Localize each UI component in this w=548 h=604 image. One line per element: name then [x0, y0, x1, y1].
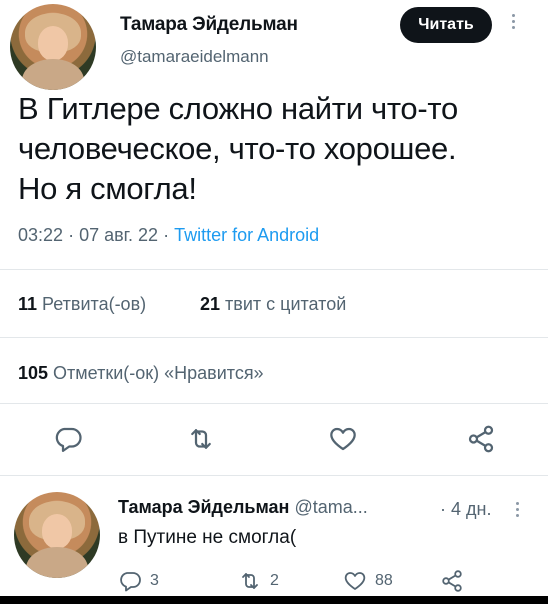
- tweet-text-line: В Гитлере сложно найти что-то: [18, 91, 458, 126]
- divider: [0, 337, 548, 338]
- reply-age[interactable]: · 4 дн.: [440, 499, 491, 520]
- tweet-meta: 03:22 · 07 авг. 22 · Twitter for Android: [18, 225, 319, 246]
- reply-author-name[interactable]: Тамара Эйдельман: [118, 497, 289, 517]
- reply-author[interactable]: Тамара Эйдельман @tama...: [118, 497, 368, 518]
- retweet-icon: [242, 573, 258, 589]
- reply-retweet-button[interactable]: 2: [238, 569, 279, 593]
- follow-button[interactable]: Читать: [400, 7, 492, 43]
- divider: [0, 269, 548, 270]
- author-avatar[interactable]: [10, 4, 96, 90]
- divider: [0, 403, 548, 404]
- meta-separator: ·: [68, 225, 75, 245]
- author-handle[interactable]: @tamaraeidelmann: [120, 47, 269, 67]
- tweet-time[interactable]: 03:22: [18, 225, 63, 245]
- share-icon: [442, 570, 462, 592]
- reply-like-count: 88: [375, 572, 393, 589]
- meta-separator: ·: [163, 225, 170, 245]
- reply-share-button[interactable]: [440, 569, 464, 593]
- reply-author-avatar[interactable]: [14, 492, 100, 578]
- tweet-text: В Гитлере сложно найти что-то человеческ…: [18, 89, 538, 209]
- quotes-stat[interactable]: 21 твит с цитатой: [200, 294, 346, 315]
- tweet-text-line: Но я смогла!: [18, 171, 197, 206]
- reply-reply-count: 3: [150, 572, 159, 589]
- reply-icon: [120, 572, 141, 592]
- like-icon: [344, 572, 366, 590]
- tweet-date[interactable]: 07 авг. 22: [79, 225, 158, 245]
- reply-text: в Путине не смогла(: [118, 527, 297, 548]
- reply-icon[interactable]: [53, 424, 83, 454]
- likes-count: 105: [18, 363, 49, 383]
- share-icon[interactable]: [466, 424, 496, 454]
- retweets-label: Ретвита(-ов): [42, 294, 147, 314]
- divider: [0, 475, 548, 476]
- more-options-icon[interactable]: [512, 14, 515, 29]
- reply-reply-button[interactable]: 3: [118, 569, 159, 593]
- like-icon[interactable]: [328, 424, 358, 454]
- retweet-icon[interactable]: [186, 424, 216, 454]
- likes-label: Отметки(-ок) «Нравится»: [53, 363, 264, 383]
- reply-retweet-count: 2: [270, 572, 279, 589]
- bottom-edge-bar: [0, 596, 548, 604]
- reply-more-options-icon[interactable]: [516, 502, 519, 517]
- quotes-count: 21: [200, 294, 221, 314]
- tweet-text-line: человеческое, что-то хорошее.: [18, 131, 457, 166]
- reply-author-handle[interactable]: @tama...: [294, 497, 367, 517]
- tweet-source[interactable]: Twitter for Android: [174, 225, 319, 245]
- quotes-label: твит с цитатой: [225, 294, 347, 314]
- retweets-stat[interactable]: 11 Ретвита(-ов): [18, 294, 146, 315]
- retweets-count: 11: [18, 294, 38, 314]
- likes-stat[interactable]: 105 Отметки(-ок) «Нравится»: [18, 363, 264, 384]
- reply-like-button[interactable]: 88: [343, 569, 393, 593]
- author-name[interactable]: Тамара Эйдельман: [120, 14, 298, 36]
